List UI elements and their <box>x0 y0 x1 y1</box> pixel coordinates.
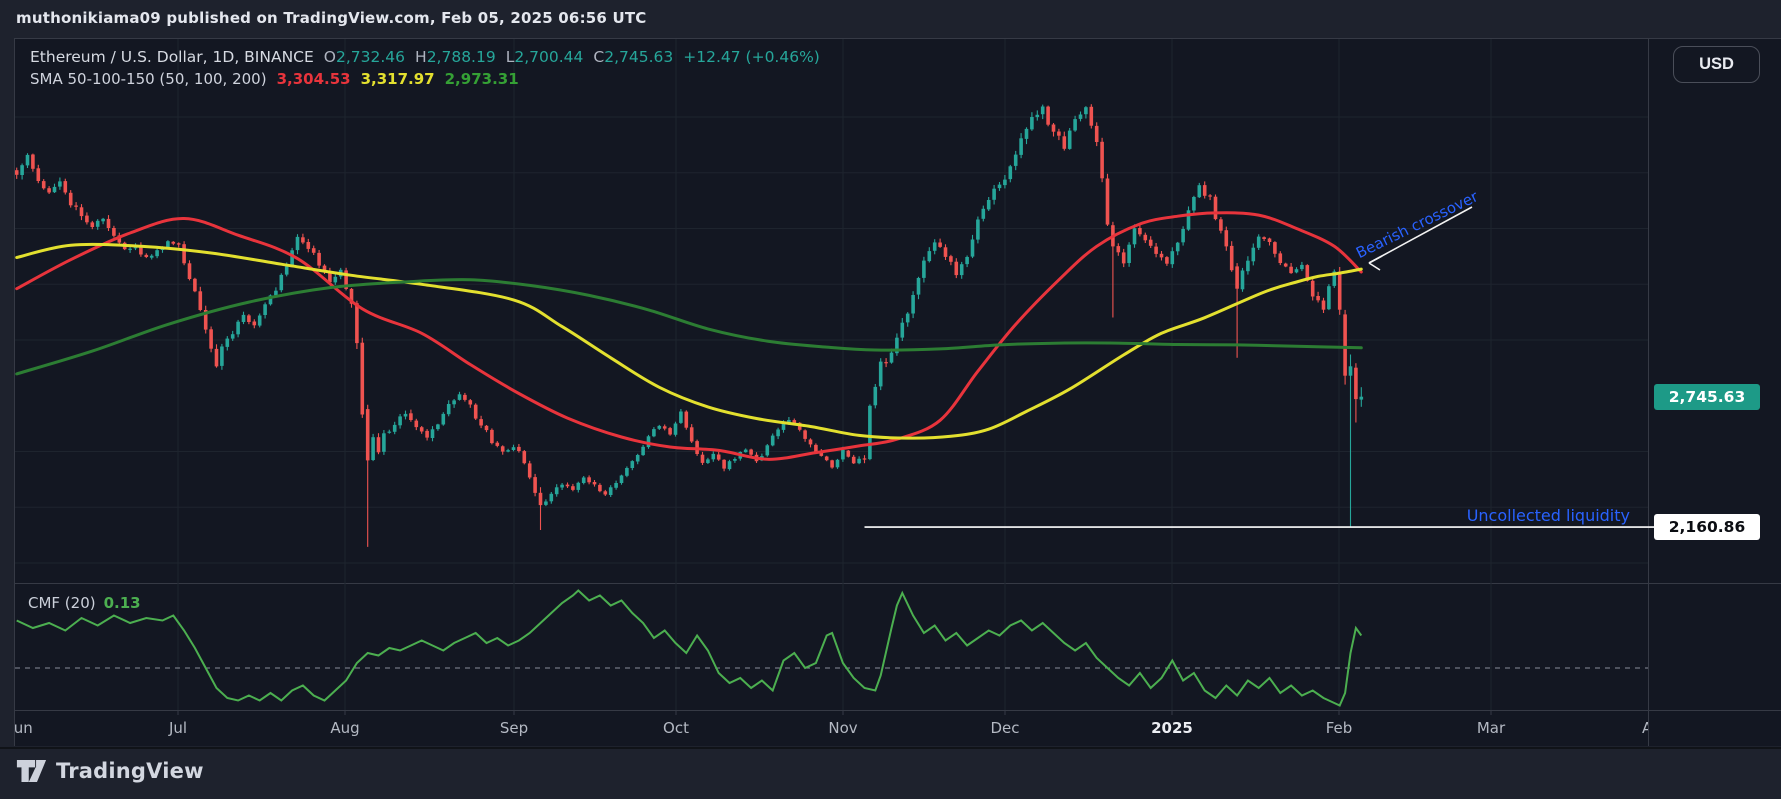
time-axis-label: Aug <box>330 719 359 737</box>
time-axis[interactable]: Jun Jul Aug Sep Oct Nov Dec 2025 Feb Mar Apr <box>14 710 1648 746</box>
ohlc-high-label: H <box>415 48 427 66</box>
sma-lines <box>17 213 1362 460</box>
time-axis-label: Mar <box>1477 719 1505 737</box>
time-axis-label: Sep <box>500 719 528 737</box>
sma50-value: 3,304.53 <box>277 70 351 88</box>
cmf-line <box>17 591 1362 706</box>
ohlc-low-value: 2,700.44 <box>514 48 583 66</box>
time-axis-label: Feb <box>1326 719 1353 737</box>
sma-legend[interactable]: SMA 50-100-150 (50, 100, 200) 3,304.53 3,3… <box>30 70 519 88</box>
cmf-value: 0.13 <box>104 594 141 612</box>
time-axis-label: Jun <box>14 719 33 737</box>
ohlc-close-value: 2,745.63 <box>604 48 673 66</box>
sma200-value: 2,973.31 <box>445 70 519 88</box>
ohlc-high-value: 2,788.19 <box>427 48 496 66</box>
level-price-badge: 2,160.86 <box>1654 514 1760 540</box>
tradingview-logo[interactable]: TradingView <box>16 757 204 785</box>
sma-label[interactable]: SMA 50-100-150 (50, 100, 200) <box>30 70 267 88</box>
publish-header: muthonikiama09 published on TradingView.… <box>16 9 646 27</box>
footer-bar <box>0 747 1781 799</box>
time-axis-label: Dec <box>990 719 1019 737</box>
uncollected-liquidity-note: Uncollected liquidity <box>1430 506 1630 525</box>
price-axis[interactable]: 4,000.003,750.003,500.003,250.003,000.00… <box>1648 38 1781 710</box>
sma100-value: 3,317.97 <box>361 70 435 88</box>
candlestick-series[interactable] <box>15 104 1363 547</box>
cmf-label[interactable]: CMF (20) <box>28 594 96 612</box>
tradingview-logo-text: TradingView <box>56 759 204 783</box>
time-axis-label: Nov <box>828 719 857 737</box>
ohlc-open-label: O <box>324 48 336 66</box>
time-axis-label: Oct <box>663 719 689 737</box>
change-value: +12.47 (+0.46%) <box>683 48 820 66</box>
symbol-title[interactable]: Ethereum / U.S. Dollar, 1D, BINANCE <box>30 48 314 66</box>
time-axis-label: Jul <box>169 719 187 737</box>
cmf-legend[interactable]: CMF (20) 0.13 <box>28 594 141 612</box>
ohlc-close-label: C <box>593 48 604 66</box>
last-price-badge: 2,745.63 <box>1654 384 1760 410</box>
chart-canvas[interactable] <box>0 0 1781 799</box>
currency-toggle-button[interactable]: USD <box>1673 46 1760 83</box>
ohlc-open-value: 2,732.46 <box>336 48 405 66</box>
time-axis-label: Apr <box>1642 719 1648 737</box>
time-axis-label: 2025 <box>1151 719 1193 737</box>
tradingview-logo-icon <box>16 757 47 785</box>
tradingview-snapshot: { "header": {"publish_line": "muthonikia… <box>0 0 1781 799</box>
grid <box>15 39 1648 710</box>
symbol-legend[interactable]: Ethereum / U.S. Dollar, 1D, BINANCE O2,73… <box>30 48 820 66</box>
